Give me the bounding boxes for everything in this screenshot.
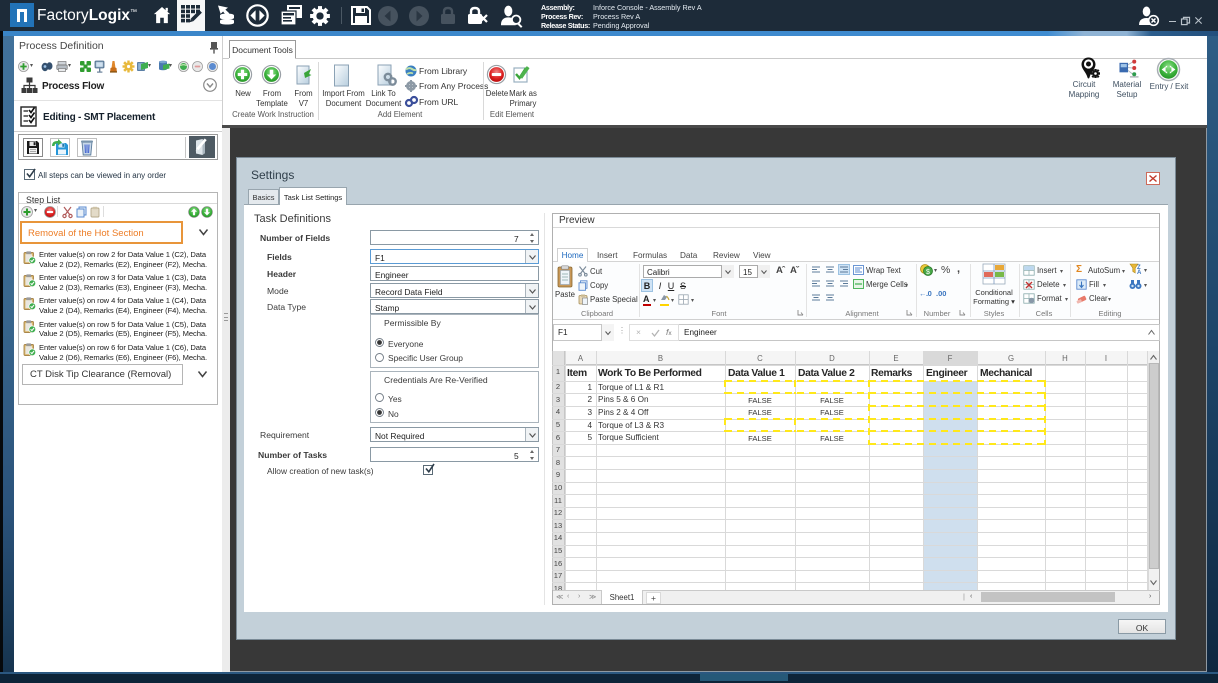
svg-text:A: A: [1137, 270, 1142, 276]
svg-text:$: $: [926, 269, 930, 276]
